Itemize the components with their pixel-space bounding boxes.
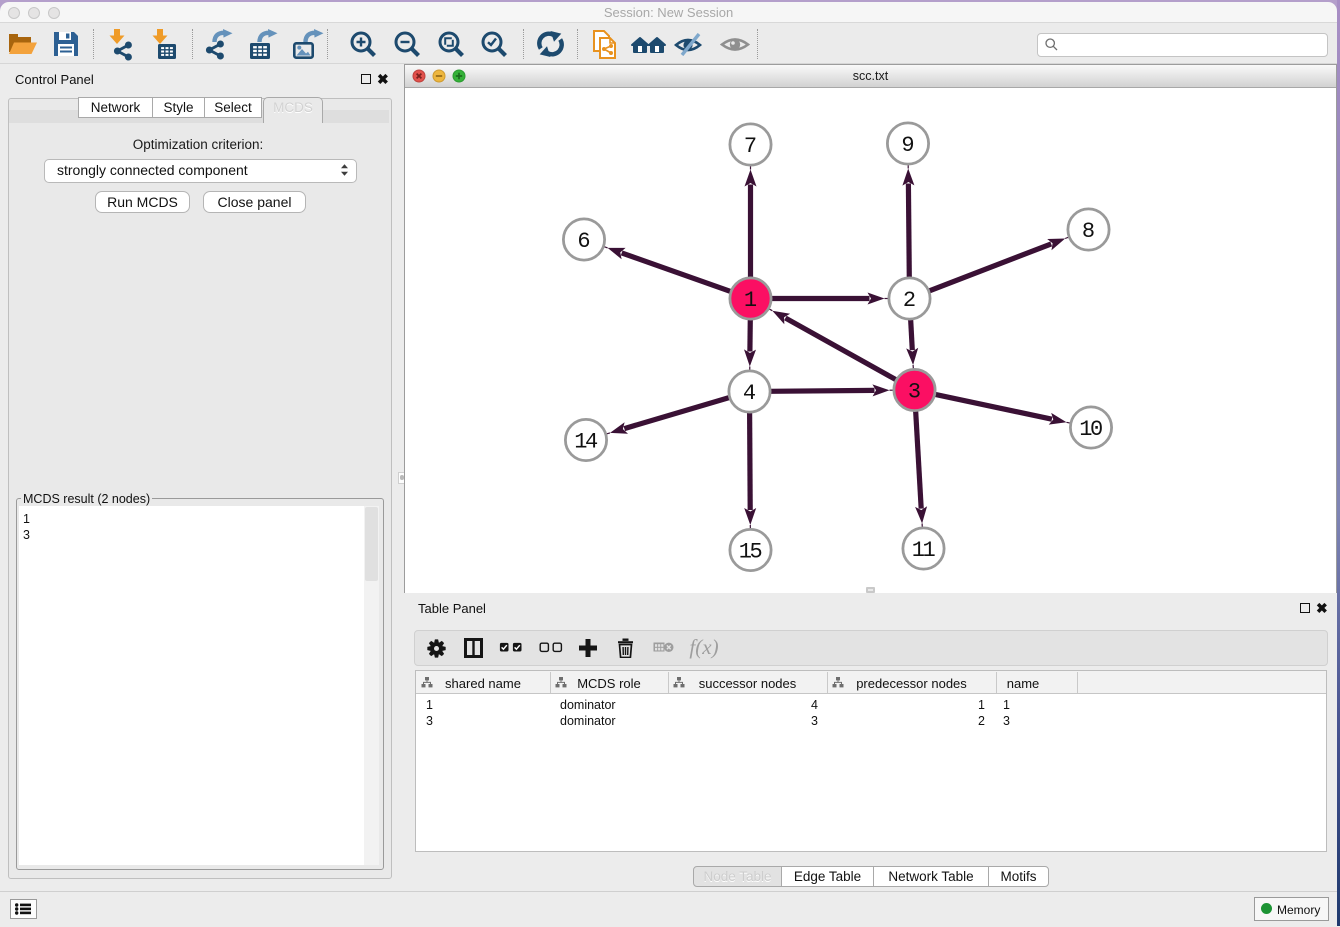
svg-text:8: 8 (1082, 219, 1095, 244)
svg-text:15: 15 (739, 540, 762, 565)
svg-text:7: 7 (744, 134, 757, 159)
svg-text:9: 9 (901, 133, 914, 158)
svg-text:10: 10 (1079, 417, 1102, 442)
svg-text:11: 11 (912, 538, 936, 563)
svg-text:14: 14 (574, 430, 598, 455)
svg-text:3: 3 (908, 380, 921, 405)
svg-text:6: 6 (577, 229, 590, 254)
svg-text:2: 2 (903, 288, 916, 313)
svg-text:1: 1 (744, 288, 757, 313)
svg-text:4: 4 (743, 381, 756, 406)
